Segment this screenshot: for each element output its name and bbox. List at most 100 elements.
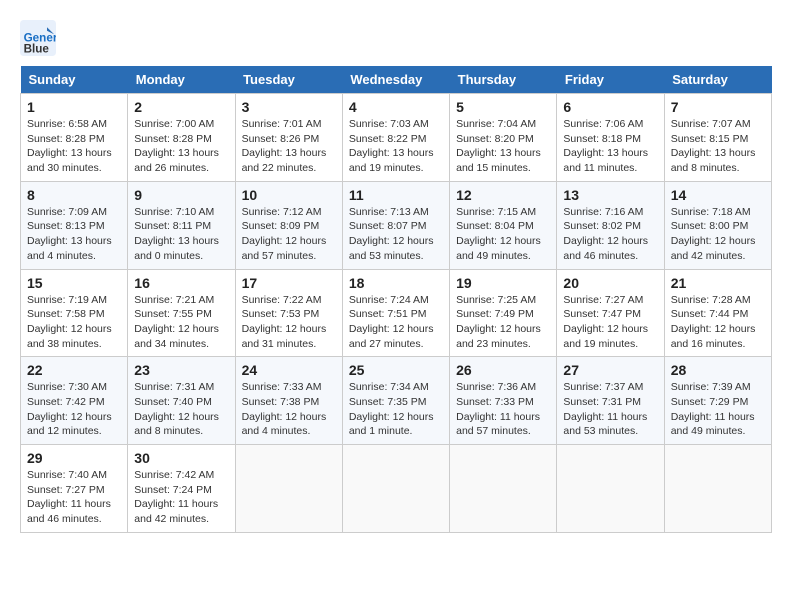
day-info: Sunrise: 7:30 AMSunset: 7:42 PMDaylight:… [27, 380, 121, 439]
day-number: 16 [134, 275, 228, 291]
calendar-cell [450, 445, 557, 533]
day-info: Sunrise: 7:39 AMSunset: 7:29 PMDaylight:… [671, 380, 765, 439]
calendar-cell: 1 Sunrise: 6:58 AMSunset: 8:28 PMDaylight… [21, 94, 128, 182]
day-number: 20 [563, 275, 657, 291]
day-number: 29 [27, 450, 121, 466]
day-info: Sunrise: 7:31 AMSunset: 7:40 PMDaylight:… [134, 380, 228, 439]
day-number: 3 [242, 99, 336, 115]
day-number: 13 [563, 187, 657, 203]
day-number: 1 [27, 99, 121, 115]
page-header: General Blue [20, 20, 772, 56]
calendar-cell [557, 445, 664, 533]
day-info: Sunrise: 7:04 AMSunset: 8:20 PMDaylight:… [456, 117, 550, 176]
day-info: Sunrise: 7:18 AMSunset: 8:00 PMDaylight:… [671, 205, 765, 264]
day-number: 19 [456, 275, 550, 291]
calendar-cell: 2 Sunrise: 7:00 AMSunset: 8:28 PMDaylight… [128, 94, 235, 182]
calendar-cell: 7 Sunrise: 7:07 AMSunset: 8:15 PMDaylight… [664, 94, 771, 182]
calendar-cell: 24 Sunrise: 7:33 AMSunset: 7:38 PMDayligh… [235, 357, 342, 445]
calendar-week-3: 15 Sunrise: 7:19 AMSunset: 7:58 PMDayligh… [21, 269, 772, 357]
day-number: 15 [27, 275, 121, 291]
day-info: Sunrise: 7:00 AMSunset: 8:28 PMDaylight:… [134, 117, 228, 176]
weekday-header-friday: Friday [557, 66, 664, 94]
calendar-cell: 11 Sunrise: 7:13 AMSunset: 8:07 PMDayligh… [342, 181, 449, 269]
weekday-header-sunday: Sunday [21, 66, 128, 94]
day-info: Sunrise: 7:37 AMSunset: 7:31 PMDaylight:… [563, 380, 657, 439]
day-number: 23 [134, 362, 228, 378]
day-info: Sunrise: 7:15 AMSunset: 8:04 PMDaylight:… [456, 205, 550, 264]
day-info: Sunrise: 7:27 AMSunset: 7:47 PMDaylight:… [563, 293, 657, 352]
day-info: Sunrise: 7:09 AMSunset: 8:13 PMDaylight:… [27, 205, 121, 264]
weekday-header-thursday: Thursday [450, 66, 557, 94]
calendar-week-1: 1 Sunrise: 6:58 AMSunset: 8:28 PMDaylight… [21, 94, 772, 182]
calendar-week-4: 22 Sunrise: 7:30 AMSunset: 7:42 PMDayligh… [21, 357, 772, 445]
day-info: Sunrise: 7:42 AMSunset: 7:24 PMDaylight:… [134, 468, 228, 527]
day-info: Sunrise: 7:03 AMSunset: 8:22 PMDaylight:… [349, 117, 443, 176]
calendar-cell: 8 Sunrise: 7:09 AMSunset: 8:13 PMDaylight… [21, 181, 128, 269]
day-info: Sunrise: 6:58 AMSunset: 8:28 PMDaylight:… [27, 117, 121, 176]
calendar-cell: 20 Sunrise: 7:27 AMSunset: 7:47 PMDayligh… [557, 269, 664, 357]
calendar-table: SundayMondayTuesdayWednesdayThursdayFrid… [20, 66, 772, 533]
day-info: Sunrise: 7:01 AMSunset: 8:26 PMDaylight:… [242, 117, 336, 176]
calendar-cell: 23 Sunrise: 7:31 AMSunset: 7:40 PMDayligh… [128, 357, 235, 445]
day-info: Sunrise: 7:36 AMSunset: 7:33 PMDaylight:… [456, 380, 550, 439]
day-number: 21 [671, 275, 765, 291]
day-info: Sunrise: 7:33 AMSunset: 7:38 PMDaylight:… [242, 380, 336, 439]
day-info: Sunrise: 7:28 AMSunset: 7:44 PMDaylight:… [671, 293, 765, 352]
calendar-cell: 9 Sunrise: 7:10 AMSunset: 8:11 PMDaylight… [128, 181, 235, 269]
calendar-cell: 14 Sunrise: 7:18 AMSunset: 8:00 PMDayligh… [664, 181, 771, 269]
day-number: 28 [671, 362, 765, 378]
calendar-cell: 29 Sunrise: 7:40 AMSunset: 7:27 PMDayligh… [21, 445, 128, 533]
calendar-week-5: 29 Sunrise: 7:40 AMSunset: 7:27 PMDayligh… [21, 445, 772, 533]
calendar-week-2: 8 Sunrise: 7:09 AMSunset: 8:13 PMDaylight… [21, 181, 772, 269]
day-info: Sunrise: 7:06 AMSunset: 8:18 PMDaylight:… [563, 117, 657, 176]
day-info: Sunrise: 7:19 AMSunset: 7:58 PMDaylight:… [27, 293, 121, 352]
day-number: 4 [349, 99, 443, 115]
calendar-cell: 22 Sunrise: 7:30 AMSunset: 7:42 PMDayligh… [21, 357, 128, 445]
logo: General Blue [20, 20, 62, 56]
day-info: Sunrise: 7:16 AMSunset: 8:02 PMDaylight:… [563, 205, 657, 264]
day-number: 25 [349, 362, 443, 378]
calendar-cell [235, 445, 342, 533]
day-number: 26 [456, 362, 550, 378]
day-number: 22 [27, 362, 121, 378]
calendar-cell: 13 Sunrise: 7:16 AMSunset: 8:02 PMDayligh… [557, 181, 664, 269]
day-info: Sunrise: 7:22 AMSunset: 7:53 PMDaylight:… [242, 293, 336, 352]
day-number: 24 [242, 362, 336, 378]
svg-text:Blue: Blue [24, 42, 50, 55]
day-number: 2 [134, 99, 228, 115]
calendar-cell: 16 Sunrise: 7:21 AMSunset: 7:55 PMDayligh… [128, 269, 235, 357]
weekday-header-saturday: Saturday [664, 66, 771, 94]
calendar-cell: 10Sunrise: 7:12 AMSunset: 8:09 PMDayligh… [235, 181, 342, 269]
calendar-cell [342, 445, 449, 533]
day-number: 14 [671, 187, 765, 203]
day-number: 27 [563, 362, 657, 378]
day-number: 12 [456, 187, 550, 203]
day-number: 8 [27, 187, 121, 203]
calendar-cell: 5Sunrise: 7:04 AMSunset: 8:20 PMDaylight… [450, 94, 557, 182]
calendar-cell: 15 Sunrise: 7:19 AMSunset: 7:58 PMDayligh… [21, 269, 128, 357]
calendar-cell: 3 Sunrise: 7:01 AMSunset: 8:26 PMDaylight… [235, 94, 342, 182]
day-number: 7 [671, 99, 765, 115]
day-info: Sunrise: 7:07 AMSunset: 8:15 PMDaylight:… [671, 117, 765, 176]
day-number: 11 [349, 187, 443, 203]
day-info: Sunrise: 7:34 AMSunset: 7:35 PMDaylight:… [349, 380, 443, 439]
calendar-cell: 30Sunrise: 7:42 AMSunset: 7:24 PMDayligh… [128, 445, 235, 533]
calendar-cell: 19 Sunrise: 7:25 AMSunset: 7:49 PMDayligh… [450, 269, 557, 357]
day-info: Sunrise: 7:25 AMSunset: 7:49 PMDaylight:… [456, 293, 550, 352]
day-info: Sunrise: 7:13 AMSunset: 8:07 PMDaylight:… [349, 205, 443, 264]
weekday-header-wednesday: Wednesday [342, 66, 449, 94]
day-number: 9 [134, 187, 228, 203]
day-info: Sunrise: 7:12 AMSunset: 8:09 PMDaylight:… [242, 205, 336, 264]
calendar-cell [664, 445, 771, 533]
day-info: Sunrise: 7:10 AMSunset: 8:11 PMDaylight:… [134, 205, 228, 264]
day-info: Sunrise: 7:21 AMSunset: 7:55 PMDaylight:… [134, 293, 228, 352]
day-info: Sunrise: 7:40 AMSunset: 7:27 PMDaylight:… [27, 468, 121, 527]
calendar-cell: 21 Sunrise: 7:28 AMSunset: 7:44 PMDayligh… [664, 269, 771, 357]
weekday-header-monday: Monday [128, 66, 235, 94]
logo-icon: General Blue [20, 20, 56, 56]
calendar-header: SundayMondayTuesdayWednesdayThursdayFrid… [21, 66, 772, 94]
day-number: 18 [349, 275, 443, 291]
calendar-cell: 28 Sunrise: 7:39 AMSunset: 7:29 PMDayligh… [664, 357, 771, 445]
day-number: 17 [242, 275, 336, 291]
calendar-cell: 6Sunrise: 7:06 AMSunset: 8:18 PMDaylight… [557, 94, 664, 182]
